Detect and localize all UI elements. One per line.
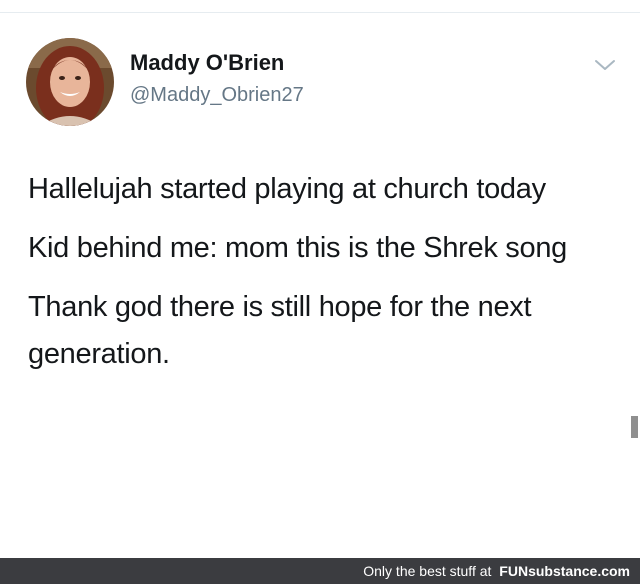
top-divider <box>0 12 640 13</box>
footer-brand-link[interactable]: FUNsubstance.com <box>499 563 630 579</box>
avatar[interactable] <box>26 38 114 126</box>
footer-text: Only the best stuff at FUNsubstance.com <box>363 563 630 579</box>
tweet-header: Maddy O'Brien @Maddy_Obrien27 <box>26 38 626 128</box>
tweet-text: Hallelujah started playing at church tod… <box>28 166 618 390</box>
scrollbar-thumb[interactable] <box>631 416 638 438</box>
author-name[interactable]: Maddy O'Brien <box>130 50 284 76</box>
footer-caption: Only the best stuff at <box>363 563 492 579</box>
tweet-paragraph: Thank god there is still hope for the ne… <box>28 291 532 370</box>
chevron-down-icon[interactable] <box>594 58 616 72</box>
author-handle[interactable]: @Maddy_Obrien27 <box>130 84 304 107</box>
tweet-paragraph: Hallelujah started playing at church tod… <box>28 173 546 205</box>
watermark-footer: Only the best stuff at FUNsubstance.com <box>0 558 640 584</box>
tweet-paragraph: Kid behind me: mom this is the Shrek son… <box>28 232 567 264</box>
avatar-photo <box>26 38 114 126</box>
